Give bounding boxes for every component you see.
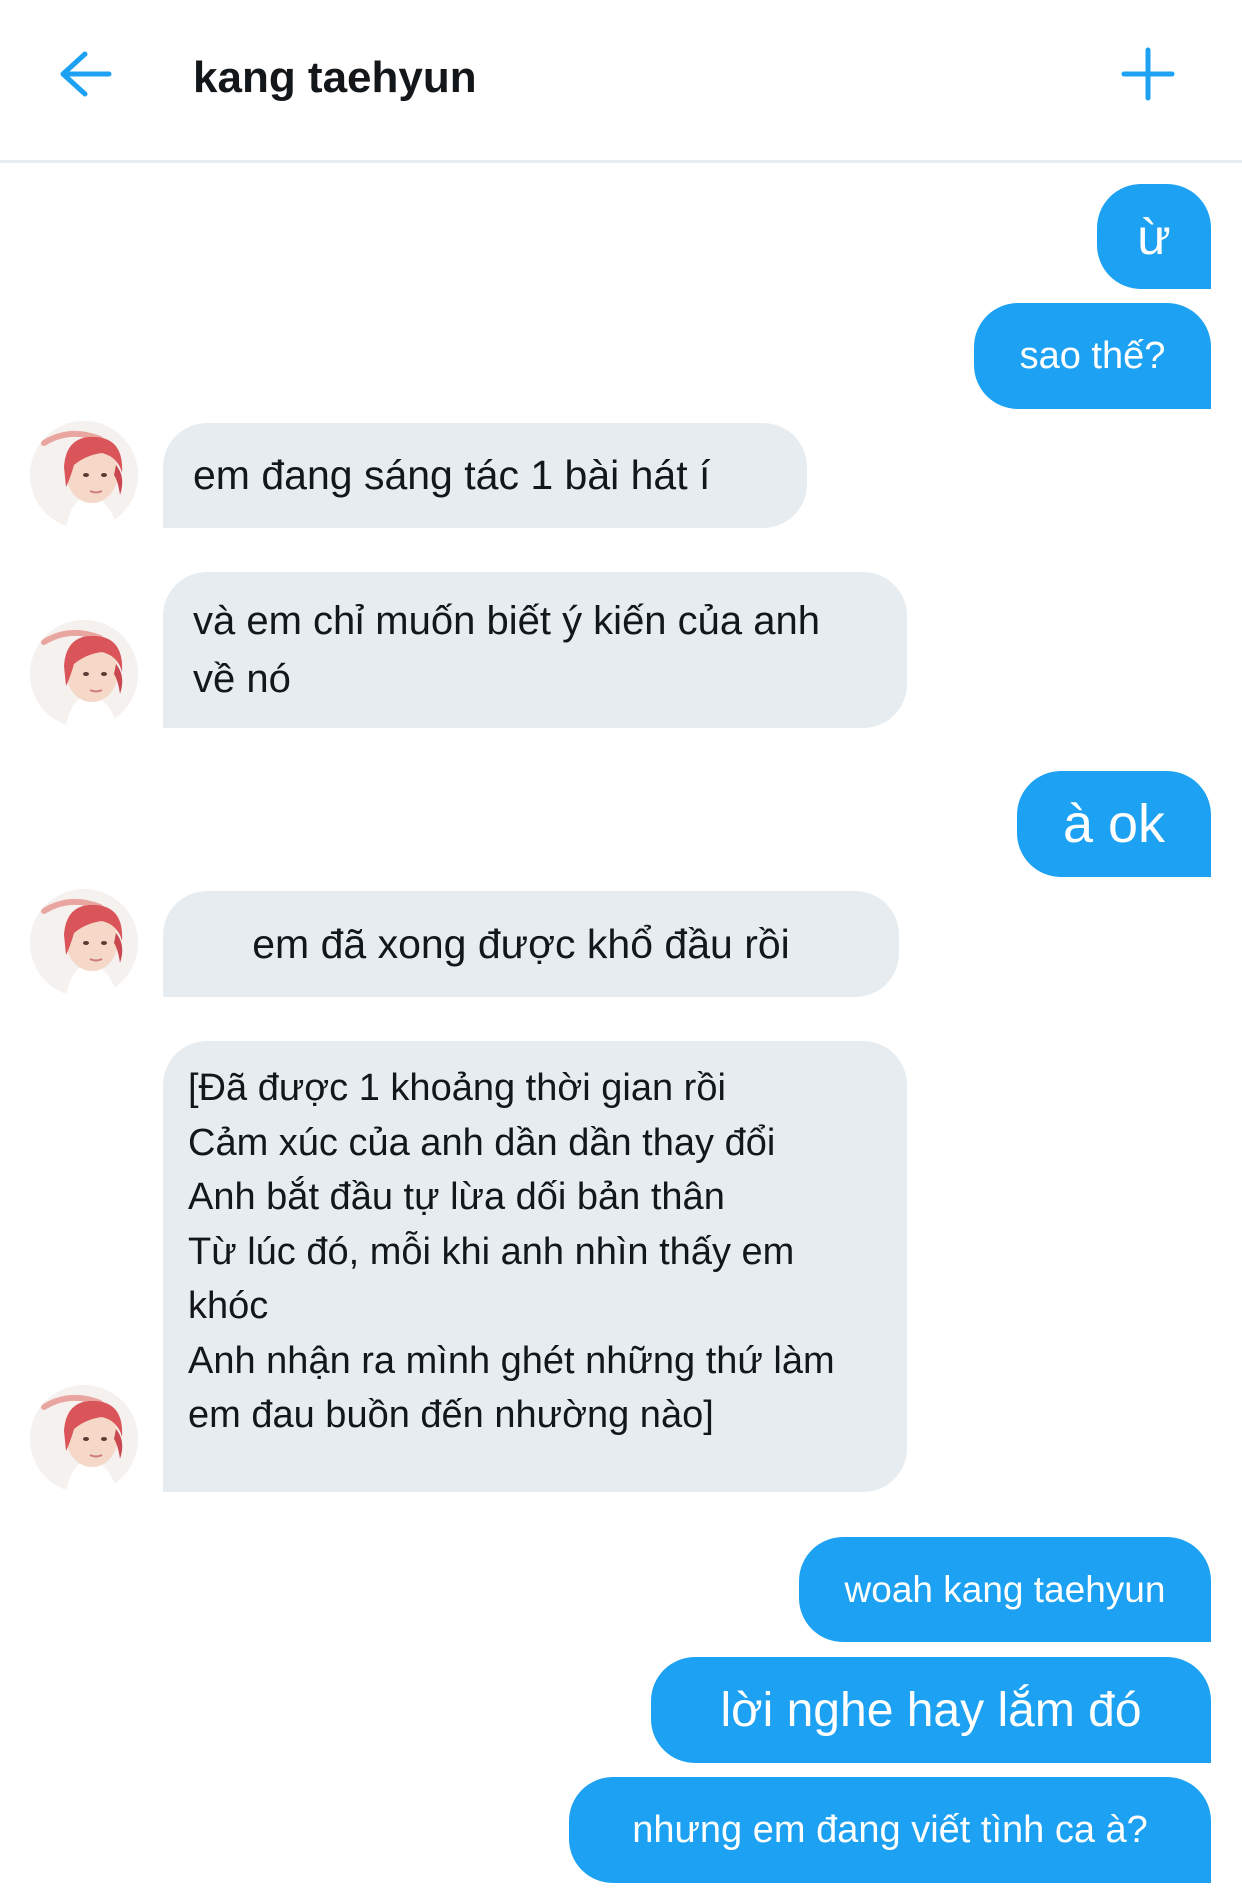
message-text: em đã xong được khổ đầu rồi <box>252 920 790 967</box>
message-text: lời nghe hay lắm đó <box>720 1683 1142 1737</box>
message-text: em đang sáng tác 1 bài hát í <box>193 452 711 498</box>
avatar[interactable] <box>30 1385 138 1493</box>
new-message-button[interactable] <box>1112 40 1184 112</box>
plus-icon <box>1120 46 1176 107</box>
arrow-left-icon <box>57 50 113 103</box>
message-text-line: và em chỉ muốn biết ý kiến của anh <box>193 599 821 643</box>
message-bubble-outgoing[interactable]: sao thế? <box>974 303 1211 409</box>
message-text-line: Anh nhận ra mình ghét những thứ làm <box>188 1339 835 1382</box>
message-bubble-outgoing[interactable]: nhưng em đang viết tình ca à? <box>569 1777 1211 1883</box>
message-text-line: về nó <box>193 657 291 701</box>
message-bubble-outgoing[interactable]: woah kang taehyun <box>799 1537 1211 1642</box>
message-text-line: khóc <box>188 1285 269 1327</box>
message-bubble-incoming[interactable]: và em chỉ muốn biết ý kiến của anh về nó <box>163 572 907 728</box>
message-text: sao thế? <box>1019 334 1166 377</box>
conversation-header: kang taehyun <box>0 0 1242 163</box>
back-button[interactable] <box>52 40 118 112</box>
message-text: ừ <box>1137 208 1171 265</box>
message-text-line: Cảm xúc của anh dần dần thay đổi <box>188 1121 776 1164</box>
message-text-line: Anh bắt đầu tự lừa dối bản thân <box>188 1176 725 1218</box>
avatar[interactable] <box>30 421 138 529</box>
message-bubble-outgoing[interactable]: à ok <box>1017 771 1211 877</box>
message-text-line: Từ lúc đó, mỗi khi anh nhìn thấy em <box>188 1230 795 1273</box>
message-thread: ừ sao thế? em đang sáng tác 1 bài hát í … <box>0 163 1242 1894</box>
conversation-title: kang taehyun <box>193 53 477 102</box>
message-text: woah kang taehyun <box>844 1568 1166 1610</box>
message-bubble-incoming[interactable]: em đang sáng tác 1 bài hát í <box>163 423 807 528</box>
message-bubble-outgoing[interactable]: lời nghe hay lắm đó <box>651 1657 1211 1763</box>
message-bubble-incoming[interactable]: [Đã được 1 khoảng thời gian rồi Cảm xúc … <box>163 1041 907 1492</box>
message-text: nhưng em đang viết tình ca à? <box>632 1808 1148 1851</box>
message-bubble-outgoing[interactable]: ừ <box>1097 184 1211 289</box>
message-bubble-incoming[interactable]: em đã xong được khổ đầu rồi <box>163 891 899 997</box>
avatar[interactable] <box>30 889 138 997</box>
avatar[interactable] <box>30 620 138 728</box>
message-text-line: em đau buồn đến nhường nào] <box>188 1394 714 1436</box>
message-text: à ok <box>1062 794 1166 854</box>
message-text-line: [Đã được 1 khoảng thời gian rồi <box>188 1067 726 1109</box>
